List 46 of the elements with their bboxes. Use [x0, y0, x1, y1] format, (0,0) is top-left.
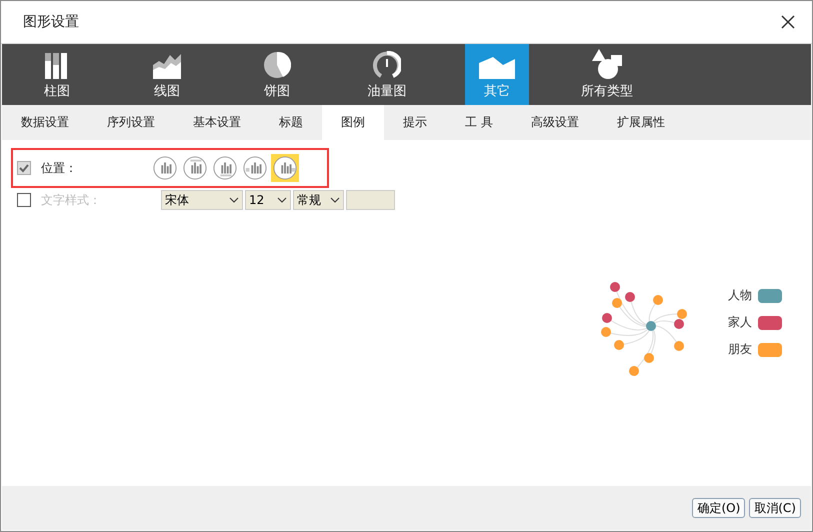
caret-icon [330, 197, 340, 203]
settings-tab[interactable]: 基本设置 [174, 105, 260, 140]
pie-chart-icon [263, 51, 291, 79]
settings-tab[interactable]: 序列设置 [88, 105, 174, 140]
chart-type-tab[interactable]: 所有类型 [575, 44, 639, 105]
settings-tab[interactable]: 标题 [260, 105, 322, 140]
settings-tab[interactable]: 高级设置 [512, 105, 598, 140]
legend-label: 朋友 [728, 341, 752, 358]
legend-position-icon [273, 156, 297, 180]
settings-tab[interactable]: 数据设置 [2, 105, 88, 140]
area-shape-icon [479, 57, 515, 79]
legend-label: 人物 [728, 287, 752, 304]
checkbox[interactable] [17, 161, 31, 175]
dialog-button[interactable]: 取消(C) [749, 498, 801, 518]
chart-type-tab[interactable]: 油量图 [355, 44, 419, 105]
color-field[interactable] [346, 190, 395, 210]
legend-position-option[interactable] [181, 154, 209, 182]
legend-position-icon [183, 156, 207, 180]
legend-position-option[interactable] [271, 154, 299, 182]
legend-position-icon [213, 156, 237, 180]
field-label: 位置： [41, 160, 78, 176]
caret-icon [277, 197, 287, 203]
checkbox[interactable] [17, 193, 31, 207]
legend-position-icon [243, 156, 267, 180]
legend-position-option[interactable] [241, 154, 269, 182]
settings-tab[interactable]: 工 具 [446, 105, 512, 140]
settings-tab[interactable]: 扩展属性 [598, 105, 684, 140]
legend-position-option[interactable] [151, 154, 179, 182]
chart-type-tab[interactable]: 柱图 [25, 44, 89, 105]
window-title: 图形设置 [23, 13, 79, 31]
legend-position-icon [153, 156, 177, 180]
settings-tab[interactable]: 图例 [322, 105, 384, 140]
font-select[interactable]: 宋体 [161, 190, 243, 210]
gauge-icon [373, 51, 401, 79]
settings-tab[interactable]: 提示 [384, 105, 446, 140]
dialog-button[interactable]: 确定(O) [692, 498, 746, 518]
legend-position-option[interactable] [211, 154, 239, 182]
legend-label: 家人 [728, 314, 752, 331]
close-icon[interactable] [780, 14, 796, 30]
chart-type-tab[interactable]: 饼图 [245, 44, 309, 105]
chart-type-tab[interactable]: 线图 [135, 44, 199, 105]
weight-select[interactable]: 常规 [293, 190, 344, 210]
field-label: 文字样式： [41, 192, 102, 208]
caret-icon [229, 197, 239, 203]
shapes-icon [591, 49, 623, 79]
size-select[interactable]: 12 [245, 190, 291, 210]
